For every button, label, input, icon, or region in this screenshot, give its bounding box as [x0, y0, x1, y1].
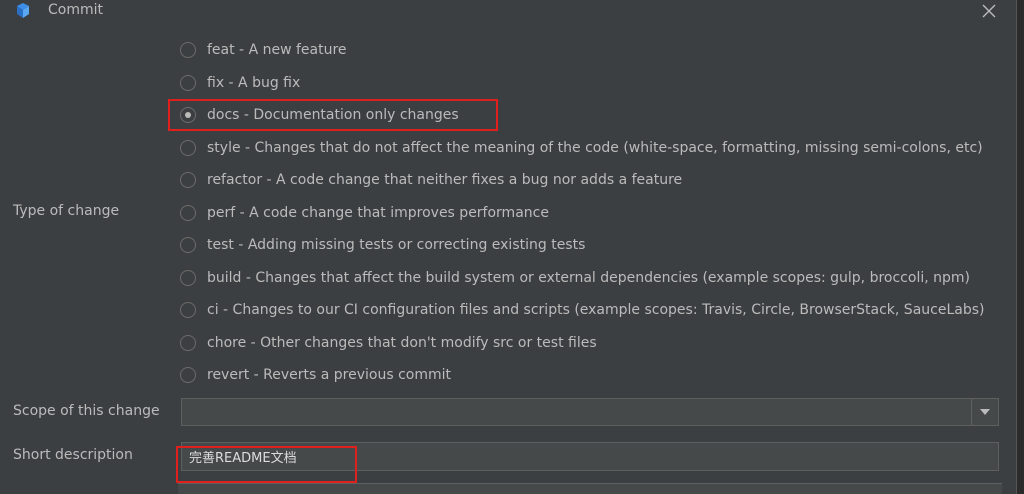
radio-button-chore[interactable]: [180, 334, 196, 351]
radio-label-perf: perf - A code change that improves perfo…: [207, 204, 549, 221]
close-icon: [982, 4, 996, 18]
app-logo-icon: [14, 2, 32, 20]
radio-label-style: style - Changes that do not affect the m…: [207, 139, 983, 156]
radio-label-feat: feat - A new feature: [207, 42, 347, 59]
radio-option-ci[interactable]: ci - Changes to our CI configuration fil…: [180, 294, 1010, 327]
radio-label-test: test - Adding missing tests or correctin…: [207, 237, 586, 254]
scope-label: Scope of this change: [13, 403, 160, 419]
type-of-change-label: Type of change: [13, 203, 120, 219]
radio-button-perf[interactable]: [180, 204, 196, 221]
scope-combobox[interactable]: [181, 398, 999, 426]
radio-button-revert[interactable]: [180, 367, 196, 384]
radio-button-fix[interactable]: [180, 74, 196, 91]
radio-label-build: build - Changes that affect the build sy…: [207, 269, 970, 286]
radio-label-refactor: refactor - A code change that neither fi…: [207, 172, 683, 189]
close-button[interactable]: [978, 0, 1000, 22]
radio-option-revert[interactable]: revert - Reverts a previous commit: [180, 359, 1010, 392]
radio-label-fix: fix - A bug fix: [207, 74, 301, 91]
radio-option-refactor[interactable]: refactor - A code change that neither fi…: [180, 164, 1010, 197]
short-description-label: Short description: [13, 447, 133, 463]
radio-option-fix[interactable]: fix - A bug fix: [180, 67, 1010, 100]
radio-option-style[interactable]: style - Changes that do not affect the m…: [180, 132, 1010, 165]
radio-option-test[interactable]: test - Adding missing tests or correctin…: [180, 229, 1010, 262]
type-of-change-radio-group: feat - A new feature fix - A bug fix docs …: [180, 34, 1010, 392]
radio-option-perf[interactable]: perf - A code change that improves perfo…: [180, 197, 1010, 230]
radio-option-build[interactable]: build - Changes that affect the build sy…: [180, 262, 1010, 295]
dialog-title: Commit: [48, 2, 103, 18]
radio-button-feat[interactable]: [180, 42, 196, 59]
radio-button-test[interactable]: [180, 237, 196, 254]
radio-label-ci: ci - Changes to our CI configuration fil…: [207, 302, 985, 319]
radio-option-feat[interactable]: feat - A new feature: [180, 34, 1010, 67]
commit-dialog: Commit Type of change feat - A new featu…: [0, 0, 1017, 494]
chevron-down-icon: [980, 409, 990, 415]
radio-button-style[interactable]: [180, 139, 196, 156]
background-editor-strip: [1017, 0, 1024, 494]
radio-button-docs[interactable]: [180, 107, 196, 124]
radio-button-build[interactable]: [180, 269, 196, 286]
long-description-textarea[interactable]: [178, 483, 1002, 494]
radio-label-revert: revert - Reverts a previous commit: [207, 367, 452, 384]
radio-button-refactor[interactable]: [180, 172, 196, 189]
radio-label-docs: docs - Documentation only changes: [207, 107, 459, 124]
short-description-input[interactable]: [181, 442, 999, 471]
title-bar: Commit: [0, 0, 1016, 22]
radio-option-chore[interactable]: chore - Other changes that don't modify …: [180, 327, 1010, 360]
scope-dropdown-button[interactable]: [971, 399, 998, 425]
radio-option-docs[interactable]: docs - Documentation only changes: [180, 99, 1010, 132]
radio-button-ci[interactable]: [180, 302, 196, 319]
radio-label-chore: chore - Other changes that don't modify …: [207, 334, 597, 351]
